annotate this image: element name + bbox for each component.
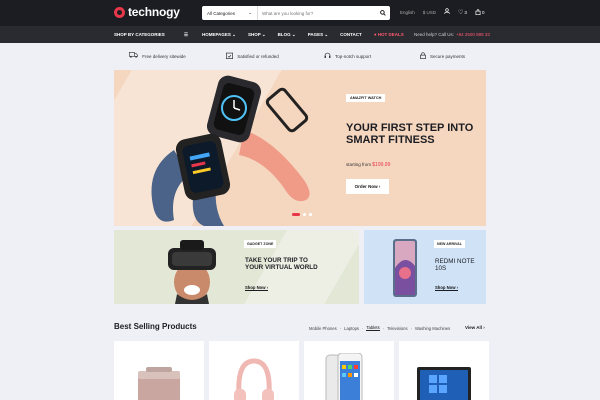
wishlist-count: 3 — [464, 9, 467, 15]
new-arrival-shop-link[interactable]: Shop Now › — [435, 285, 459, 291]
carousel-dot-2[interactable] — [303, 213, 306, 216]
language-select[interactable]: English — [400, 10, 415, 15]
new-arrival-banner[interactable]: NEW ARRIVAL REDMI NOTE 10S Shop Now › — [364, 230, 486, 304]
nav-item-contact[interactable]: CONTACT — [340, 32, 362, 37]
carousel-dot-1[interactable] — [292, 213, 300, 216]
fire-icon: ● — [373, 32, 377, 37]
feature-secure: Secure payments — [395, 43, 490, 69]
logo-text: technogy — [128, 5, 180, 19]
tab-separator: · — [339, 325, 342, 331]
main-nav: SHOP BY CATEGORIES ☰ HOMEPAGES ⌄ SHOP ⌄ … — [0, 26, 600, 43]
search-input[interactable] — [258, 10, 376, 16]
tab-washing-machines[interactable]: Washing Machines — [415, 326, 450, 331]
nav-item-pages[interactable]: PAGES ⌄ — [308, 32, 328, 38]
search-category-select[interactable]: All Categories ⌄ — [202, 6, 258, 20]
header-actions: English $ USD ♡ 3 0 — [400, 8, 484, 16]
phone-image — [393, 239, 417, 297]
tab-televisions[interactable]: Televisions — [387, 326, 407, 331]
nav-item-homepages[interactable]: HOMEPAGES ⌄ — [202, 32, 236, 38]
gadget-zone-title: TAKE YOUR TRIP TO YOUR VIRTUAL WORLD — [245, 257, 318, 271]
hero-title: YOUR FIRST STEP INTO SMART FITNESS — [346, 122, 474, 146]
bag-icon — [475, 9, 481, 15]
tab-separator: · — [362, 325, 364, 331]
nav-item-shop[interactable]: SHOP ⌄ — [248, 32, 266, 38]
gadget-zone-banner[interactable]: GADGET ZONE TAKE YOUR TRIP TO YOUR VIRTU… — [114, 230, 359, 304]
headphones-image — [234, 358, 274, 400]
logo-icon — [114, 6, 125, 18]
vr-headset-image — [168, 240, 216, 304]
nav-menu: HOMEPAGES ⌄ SHOP ⌄ BLOG ⌄ PAGES ⌄ CONTAC… — [202, 26, 404, 43]
feature-delivery: Free delivery sitewide — [110, 43, 205, 69]
tab-separator: · — [382, 325, 385, 331]
best-selling-tabs: Mobile Phones · Laptops · Tablets · Tele… — [309, 325, 450, 331]
carousel-dot-3[interactable] — [309, 213, 312, 216]
new-arrival-title: REDMI NOTE 10S — [435, 258, 475, 272]
nav-item-blog[interactable]: BLOG ⌄ — [278, 32, 296, 38]
top-bar: technogy All Categories ⌄ English $ USD … — [0, 0, 600, 26]
cart-count: 0 — [481, 9, 485, 15]
cart-button[interactable]: 0 — [475, 9, 485, 15]
new-arrival-badge: NEW ARRIVAL — [434, 240, 465, 248]
best-selling-title: Best Selling Products — [114, 322, 197, 331]
laptop-image — [417, 367, 471, 400]
speaker-image — [138, 367, 180, 400]
wishlist-button[interactable]: ♡ 3 — [458, 9, 467, 16]
search-bar: All Categories ⌄ — [202, 6, 390, 20]
hero-badge: AMAZFIT WATCH — [346, 94, 386, 102]
feature-refund: Satisfied or refunded — [205, 43, 300, 69]
tab-tablets[interactable]: Tablets — [366, 325, 380, 331]
heart-icon: ♡ — [458, 9, 464, 16]
logo[interactable]: technogy — [114, 5, 180, 19]
currency-select[interactable]: $ USD — [423, 10, 436, 15]
chevron-down-icon: ⌄ — [248, 10, 252, 15]
help-line: Need help? Call Us: +84 2500 888 33 — [414, 26, 490, 43]
gadget-zone-shop-link[interactable]: Shop Now › — [245, 285, 269, 291]
search-button[interactable] — [376, 10, 390, 16]
nav-item-hot-deals[interactable]: ● HOT DEALS — [374, 32, 404, 37]
tab-mobile-phones[interactable]: Mobile Phones — [309, 326, 337, 331]
shop-by-categories-label: SHOP BY CATEGORIES — [114, 32, 165, 37]
hero-price: starting from $199.99 — [346, 162, 391, 168]
calendar-check-icon — [226, 52, 234, 61]
menu-icon: ☰ — [183, 31, 188, 37]
shop-by-categories-button[interactable]: SHOP BY CATEGORIES ☰ — [114, 26, 194, 43]
lock-icon — [420, 51, 426, 61]
gadget-zone-badge: GADGET ZONE — [244, 240, 277, 248]
search-category-label: All Categories — [207, 10, 236, 16]
product-card-headphones[interactable] — [209, 341, 299, 400]
search-icon — [380, 10, 386, 16]
tab-separator: · — [410, 325, 412, 331]
tab-laptops[interactable]: Laptops — [344, 326, 359, 331]
hero-price-value: $199.99 — [372, 162, 391, 168]
truck-icon — [129, 52, 139, 60]
headset-icon — [324, 52, 331, 61]
help-phone[interactable]: +84 2500 888 33 — [456, 32, 490, 37]
product-card-laptop[interactable] — [399, 341, 489, 400]
help-text: Need help? Call Us: — [414, 32, 455, 37]
smartphone-image — [325, 353, 363, 400]
product-card-speaker[interactable] — [114, 341, 204, 400]
features-bar: Free delivery sitewide Satisfied or refu… — [0, 43, 600, 69]
carousel-dots — [292, 213, 312, 216]
view-all-link[interactable]: View All › — [465, 325, 485, 330]
user-icon[interactable] — [444, 8, 450, 16]
hero-banner[interactable]: AMAZFIT WATCH YOUR FIRST STEP INTO SMART… — [114, 70, 486, 226]
smartwatch-image — [151, 75, 310, 226]
product-card-iphone[interactable] — [304, 341, 394, 400]
product-grid — [114, 341, 489, 400]
feature-support: Top-notch support — [300, 43, 395, 69]
order-now-button[interactable]: Order Now › — [346, 179, 389, 194]
